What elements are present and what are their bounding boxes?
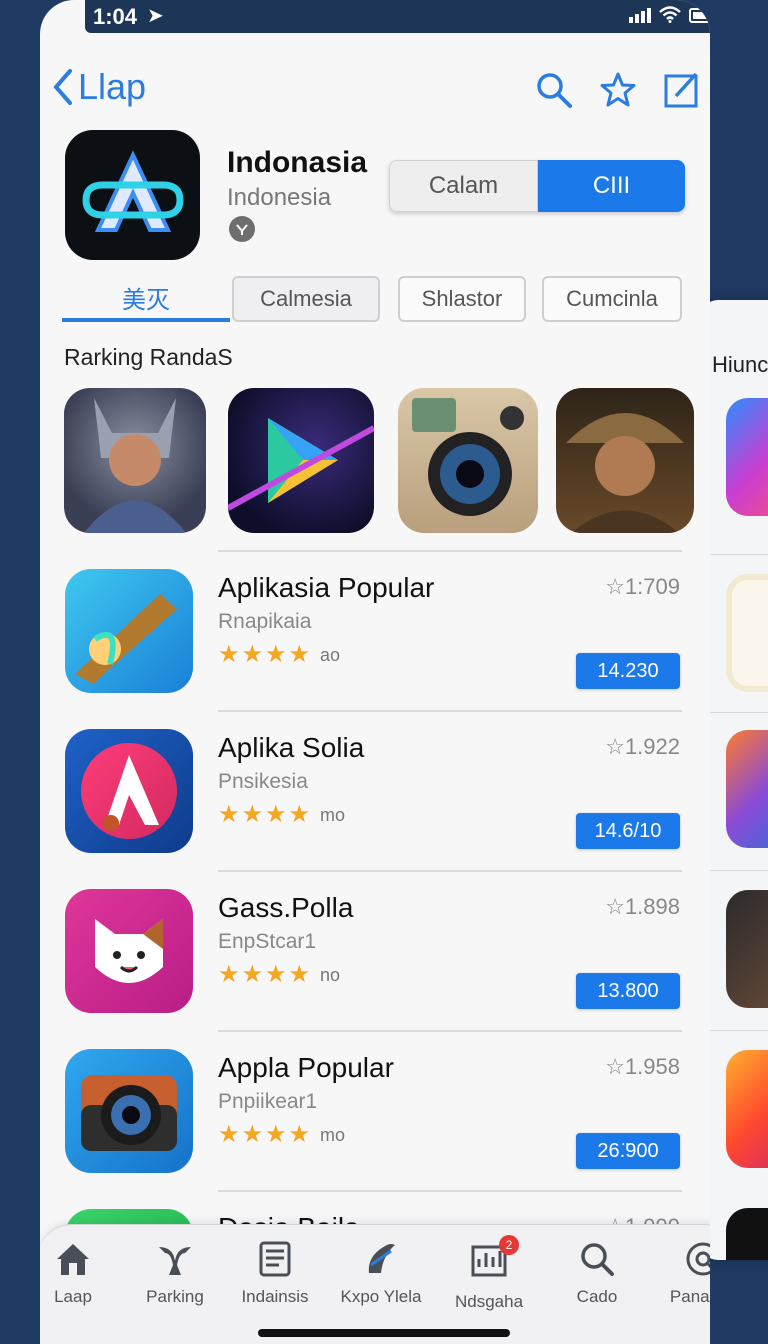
search-icon[interactable] (534, 70, 574, 110)
featured-app-tile[interactable] (398, 388, 538, 533)
rank-value: ☆1.898 (605, 894, 680, 919)
tab-item[interactable]: Cado (552, 1239, 642, 1307)
rating-stars: ★★★★ (218, 641, 313, 668)
app-icon[interactable] (65, 130, 200, 260)
tab-label: Ndsgaha (454, 1292, 524, 1311)
tab-chip[interactable]: Calmesia (232, 276, 380, 322)
segment-right[interactable]: CIII (538, 160, 685, 212)
rating-note: no (320, 965, 341, 985)
back-label: Llap (78, 66, 147, 107)
app-logo-icon (81, 150, 184, 232)
status-time: 1:04 (93, 4, 138, 29)
tab-item[interactable]: Panacnit (658, 1239, 710, 1307)
category-tabs: 美灭 Calmesia Shlastor Cumcinla (62, 276, 710, 326)
app-developer: Pnpiikear1 (218, 1090, 318, 1113)
rating-note: mo (320, 805, 346, 825)
rank-value: ☆1.922 (605, 734, 680, 759)
chevron-left-icon (53, 69, 72, 105)
tab-label: Panacnit (669, 1287, 710, 1306)
tab-label: Parking (146, 1287, 204, 1306)
developer-badge-icon (229, 216, 255, 242)
app-title: Indonasia (227, 146, 368, 179)
featured-app-tile[interactable] (64, 388, 206, 533)
list-item: Aplika Solia Pnsikesia ★★★★ mo ☆1.922 14… (40, 710, 710, 870)
tab-item[interactable]: 2 Ndsgaha (444, 1235, 534, 1312)
tab-bar: Laap Parking Indainsis Kxpo Ylela 2 Ndsg… (40, 1224, 710, 1344)
status-bar: 1:04 ➤ (85, 0, 710, 33)
notification-badge: 2 (499, 1235, 519, 1255)
app-header: Indonasia Indonesia Calam CIII (65, 130, 705, 270)
tab-label: Laap (54, 1287, 92, 1306)
tab-chip[interactable]: Cumcinla (542, 276, 682, 322)
featured-app-tile[interactable] (228, 388, 374, 533)
side-app-icon[interactable] (726, 1208, 768, 1260)
tab-item[interactable]: Indainsis (230, 1239, 320, 1307)
signal-icon (629, 8, 651, 23)
search-icon (581, 1243, 614, 1276)
tab-item[interactable]: Kxpo Ylela (336, 1239, 426, 1307)
app-name: Appla Popular (218, 1052, 394, 1083)
home-indicator (258, 1329, 510, 1337)
get-button[interactable]: 14.230 (576, 653, 680, 689)
app-developer: Rnapikaia (218, 610, 312, 633)
app-icon[interactable] (65, 889, 193, 1013)
back-button[interactable]: Llap (52, 66, 146, 108)
background-panel: Hiunc (700, 300, 768, 1260)
app-name: Aplikasia Popular (218, 572, 435, 603)
rating-stars: ★★★★ (218, 1121, 313, 1148)
get-button[interactable]: 13.800 (576, 973, 680, 1009)
rating-stars: ★★★★ (218, 961, 313, 988)
get-button[interactable]: 26.̈900 (576, 1133, 680, 1169)
side-app-icon[interactable] (726, 574, 768, 692)
home-icon (57, 1244, 89, 1275)
segmented-control: Calam CIII (389, 160, 685, 212)
list-item: Aplikasia Popular Rnapikaia ★★★★ ao ☆1:7… (40, 550, 710, 710)
rank-value: ☆1:709 (605, 574, 680, 599)
tab-label: Indainsis (241, 1287, 309, 1306)
news-icon (259, 1241, 291, 1277)
ranking-icon (159, 1247, 191, 1275)
location-icon: ➤ (147, 5, 164, 27)
explore-icon (368, 1244, 395, 1273)
app-name: Aplika Solia (218, 732, 365, 763)
app-subtitle: Indonesia (227, 184, 332, 211)
wifi-icon (659, 6, 681, 23)
star-icon[interactable] (598, 70, 638, 110)
side-app-icon[interactable] (726, 730, 768, 848)
tab-label: Cado (576, 1287, 618, 1306)
rank-value: ☆1.958 (605, 1054, 680, 1079)
side-app-icon[interactable] (726, 398, 768, 516)
navigation-bar: Llap (52, 66, 702, 116)
app-screen: 1:04 ➤ Llap Indonasia Indonesia Calam CI… (40, 0, 710, 1344)
tab-active[interactable]: 美灭 (62, 276, 230, 322)
tab-item[interactable]: Laap (40, 1239, 118, 1307)
app-icon[interactable] (65, 729, 193, 853)
app-developer: EnpStcar1 (218, 930, 317, 953)
side-app-icon[interactable] (726, 890, 768, 1008)
rating-stars: ★★★★ (218, 801, 313, 828)
tab-label: Kxpo Ylela (340, 1287, 422, 1306)
rating-note: ao (320, 645, 341, 665)
profile-icon (686, 1242, 710, 1276)
segment-left[interactable]: Calam (389, 160, 538, 212)
app-icon[interactable] (65, 569, 193, 693)
list-item: Appla Popular Pnpiikear1 ★★★★ mo ☆1.958 … (40, 1030, 710, 1190)
featured-app-tile[interactable] (556, 388, 694, 533)
side-app-icon[interactable] (726, 1050, 768, 1168)
compose-icon[interactable] (662, 70, 702, 110)
tab-chip[interactable]: Shlastor (398, 276, 526, 322)
get-button[interactable]: 14.6/10 (576, 813, 680, 849)
tab-item[interactable]: Parking (130, 1239, 220, 1307)
section-title: Rarking RandaS (64, 344, 233, 370)
side-panel-label: Hiunc (712, 352, 768, 377)
rating-note: mo (320, 1125, 346, 1145)
list-item: Gass.Polla EnpStcar1 ★★★★ no ☆1.898 13.8… (40, 870, 710, 1030)
app-name: Gass.Polla (218, 892, 354, 923)
app-icon[interactable] (65, 1049, 193, 1173)
app-developer: Pnsikesia (218, 770, 308, 793)
battery-icon (689, 8, 710, 23)
